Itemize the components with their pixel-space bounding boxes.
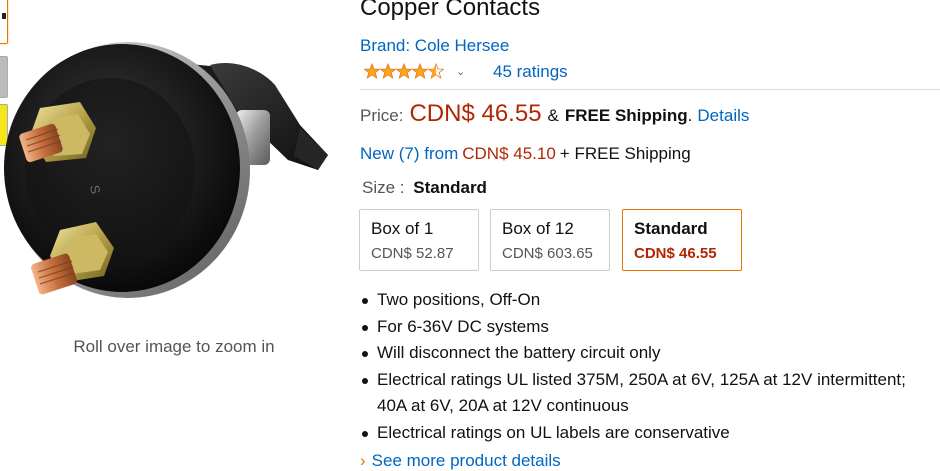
star-icon xyxy=(364,63,380,79)
shipping-details-link[interactable]: Details xyxy=(697,106,749,126)
ratings-count-link[interactable]: 45 ratings xyxy=(493,62,568,82)
price-row: Price: CDN$ 46.55 & FREE Shipping. Detai… xyxy=(360,100,749,128)
size-selector-label: Size : Standard xyxy=(362,178,487,198)
star-icon xyxy=(412,63,428,79)
divider xyxy=(360,89,940,90)
size-label: Size : xyxy=(362,178,405,197)
feature-bullet: Electrical ratings on UL labels are cons… xyxy=(360,420,920,447)
star-rating[interactable] xyxy=(364,63,444,79)
see-more-label: See more product details xyxy=(371,451,561,470)
price-value: CDN$ 46.55 xyxy=(409,100,542,127)
size-option-standard[interactable]: Standard CDN$ 46.55 xyxy=(622,209,742,271)
see-more-details-link[interactable]: › See more product details xyxy=(360,451,561,471)
new-offers-link[interactable]: New (7) from xyxy=(360,144,458,163)
chevron-right-icon: › xyxy=(360,451,366,470)
rating-widget[interactable]: ⌄ xyxy=(364,61,465,81)
feature-bullet: Will disconnect the battery circuit only xyxy=(360,340,920,367)
thumbnail-1-image xyxy=(2,13,6,19)
new-offers-price: CDN$ 45.10 xyxy=(462,144,556,163)
offers-row: New (7) from CDN$ 45.10 + FREE Shipping xyxy=(360,144,691,164)
size-option-price: CDN$ 52.87 xyxy=(371,245,454,262)
feature-bullet: Two positions, Off-On xyxy=(360,287,920,314)
brand-link[interactable]: Brand: Cole Hersee xyxy=(360,36,509,56)
star-icon xyxy=(380,63,396,79)
star-half-icon xyxy=(428,63,444,79)
feature-bullet: Electrical ratings UL listed 375M, 250A … xyxy=(360,367,920,420)
size-option-price: CDN$ 603.65 xyxy=(502,245,593,262)
size-option-box-of-12[interactable]: Box of 12 CDN$ 603.65 xyxy=(490,209,610,271)
star-icon xyxy=(396,63,412,79)
new-offers-shipping: + FREE Shipping xyxy=(559,144,691,163)
feature-bullet: For 6-36V DC systems xyxy=(360,314,920,341)
size-option-name: Box of 1 xyxy=(371,219,434,238)
size-option-name: Standard xyxy=(634,219,708,238)
chevron-down-icon[interactable]: ⌄ xyxy=(456,65,465,78)
size-option-name: Box of 12 xyxy=(502,219,574,238)
product-image[interactable]: S xyxy=(0,30,350,310)
price-amp: & xyxy=(547,106,559,125)
size-option-price: CDN$ 46.55 xyxy=(634,245,717,262)
size-selected-value: Standard xyxy=(413,178,487,197)
size-option-box-of-1[interactable]: Box of 1 CDN$ 52.87 xyxy=(359,209,479,271)
price-label: Price: xyxy=(360,106,404,125)
price-dot: . xyxy=(687,106,693,125)
feature-bullets: Two positions, Off-On For 6-36V DC syste… xyxy=(360,287,920,446)
zoom-hint: Roll over image to zoom in xyxy=(73,337,275,356)
free-shipping-label: FREE Shipping xyxy=(564,106,688,125)
product-title: Copper Contacts xyxy=(360,0,541,21)
